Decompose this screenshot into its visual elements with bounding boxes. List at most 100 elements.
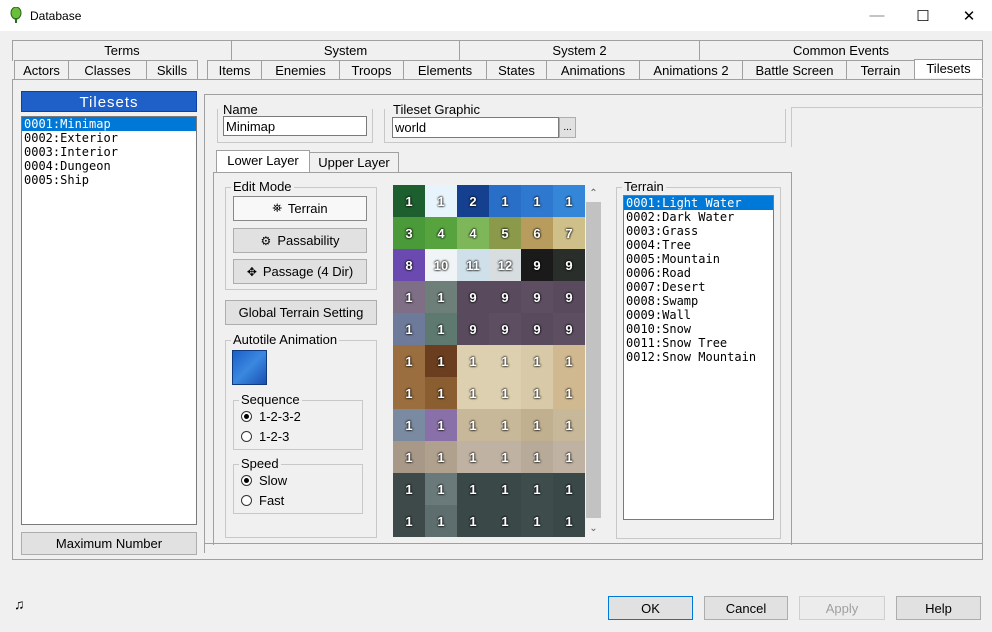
tile-cell[interactable]: 1 [425, 185, 457, 217]
speed-option-fast[interactable]: Fast [241, 493, 284, 508]
tile-cell[interactable]: 1 [489, 505, 521, 537]
tile-cell[interactable]: 1 [489, 377, 521, 409]
browse-button[interactable]: ... [559, 117, 576, 138]
scroll-down-icon[interactable]: ⌄ [585, 520, 602, 537]
tile-cell[interactable]: 1 [457, 441, 489, 473]
tile-cell[interactable]: 1 [457, 345, 489, 377]
tile-cell[interactable]: 1 [425, 441, 457, 473]
tile-grid[interactable]: 1 1 2 1 1 1 3 4 4 5 6 7 8 10 11 12 9 9 1 1 9 9 9 9 1 1 9 9 9 9 1 1 1 1 1 1 1… [393, 185, 585, 537]
tile-cell[interactable]: 1 [553, 377, 585, 409]
tile-cell[interactable]: 1 [521, 473, 553, 505]
tile-scrollbar[interactable]: ⌃ ⌄ [585, 185, 602, 537]
tile-cell[interactable]: 1 [553, 345, 585, 377]
tab-troops[interactable]: Troops [339, 60, 404, 81]
terrain-list-item[interactable]: 0002:Dark Water [624, 210, 773, 224]
tile-cell[interactable]: 1 [425, 473, 457, 505]
passage-mode-button[interactable]: ✥ Passage (4 Dir) [233, 259, 367, 284]
tileset-list-item[interactable]: 0003:Interior [22, 145, 196, 159]
tile-cell[interactable]: 1 [425, 281, 457, 313]
tab-actors[interactable]: Actors [14, 60, 69, 81]
tab-enemies[interactable]: Enemies [261, 60, 340, 81]
terrain-list[interactable]: 0001:Light Water 0002:Dark Water 0003:Gras… [623, 195, 774, 520]
tile-cell[interactable]: 1 [521, 345, 553, 377]
terrain-list-item[interactable]: 0005:Mountain [624, 252, 773, 266]
passability-mode-button[interactable]: ⚙ Passability [233, 228, 367, 253]
tile-cell[interactable]: 1 [553, 441, 585, 473]
terrain-list-item[interactable]: 0004:Tree [624, 238, 773, 252]
sequence-option-2[interactable]: 1-2-3 [241, 429, 289, 444]
tile-cell[interactable]: 1 [521, 377, 553, 409]
terrain-list-item[interactable]: 0008:Swamp [624, 294, 773, 308]
tab-common-events[interactable]: Common Events [699, 40, 983, 61]
tile-cell[interactable]: 1 [425, 313, 457, 345]
close-button[interactable]: ✕ [946, 0, 992, 31]
tile-cell[interactable]: 1 [393, 281, 425, 313]
terrain-list-item[interactable]: 0011:Snow Tree [624, 336, 773, 350]
name-input[interactable] [223, 116, 367, 136]
tile-cell[interactable]: 1 [521, 409, 553, 441]
terrain-list-item[interactable]: 0009:Wall [624, 308, 773, 322]
terrain-list-item[interactable]: 0007:Desert [624, 280, 773, 294]
tile-cell[interactable]: 1 [393, 441, 425, 473]
tab-lower-layer[interactable]: Lower Layer [216, 150, 310, 172]
tile-cell[interactable]: 1 [553, 409, 585, 441]
tile-cell[interactable]: 4 [425, 217, 457, 249]
tile-cell[interactable]: 1 [553, 505, 585, 537]
maximum-number-button[interactable]: Maximum Number [21, 532, 197, 555]
tile-cell[interactable]: 1 [489, 185, 521, 217]
terrain-list-item[interactable]: 0010:Snow [624, 322, 773, 336]
apply-button[interactable]: Apply [799, 596, 885, 620]
tile-cell[interactable]: 1 [521, 441, 553, 473]
help-button[interactable]: Help [896, 596, 981, 620]
speed-option-slow[interactable]: Slow [241, 473, 287, 488]
tile-cell[interactable]: 6 [521, 217, 553, 249]
tileset-graphic-input[interactable] [392, 117, 559, 138]
tile-cell[interactable]: 1 [457, 377, 489, 409]
tile-cell[interactable]: 1 [521, 185, 553, 217]
tab-system[interactable]: System [231, 40, 460, 61]
minimize-button[interactable]: — [854, 0, 900, 31]
tile-cell[interactable]: 1 [425, 377, 457, 409]
tileset-list-item[interactable]: 0005:Ship [22, 173, 196, 187]
tile-cell[interactable]: 2 [457, 185, 489, 217]
tile-cell[interactable]: 10 [425, 249, 457, 281]
tab-classes[interactable]: Classes [68, 60, 147, 81]
tile-cell[interactable]: 4 [457, 217, 489, 249]
tile-cell[interactable]: 9 [489, 281, 521, 313]
cancel-button[interactable]: Cancel [704, 596, 788, 620]
ok-button[interactable]: OK [608, 596, 693, 620]
tile-cell[interactable]: 7 [553, 217, 585, 249]
tile-cell[interactable]: 1 [489, 345, 521, 377]
terrain-list-item[interactable]: 0012:Snow Mountain [624, 350, 773, 364]
tab-animations[interactable]: Animations [546, 60, 640, 81]
tile-cell[interactable]: 9 [457, 313, 489, 345]
maximize-button[interactable]: ☐ [900, 0, 946, 31]
tile-cell[interactable]: 9 [489, 313, 521, 345]
tile-cell[interactable]: 9 [521, 249, 553, 281]
tile-cell[interactable]: 1 [393, 473, 425, 505]
tab-battle-screen[interactable]: Battle Screen [742, 60, 847, 81]
music-icon[interactable]: ♫ [14, 596, 25, 612]
tile-cell[interactable]: 9 [521, 281, 553, 313]
sequence-option-1[interactable]: 1-2-3-2 [241, 409, 301, 424]
tab-elements[interactable]: Elements [403, 60, 487, 81]
tab-states[interactable]: States [486, 60, 547, 81]
tile-cell[interactable]: 1 [425, 505, 457, 537]
scroll-up-icon[interactable]: ⌃ [585, 185, 602, 202]
tab-terms[interactable]: Terms [12, 40, 232, 61]
tile-cell[interactable]: 1 [393, 345, 425, 377]
terrain-mode-button[interactable]: ⛯ Terrain [233, 196, 367, 221]
tileset-list-item[interactable]: 0001:Minimap [22, 117, 196, 131]
tile-cell[interactable]: 12 [489, 249, 521, 281]
tile-cell[interactable]: 5 [489, 217, 521, 249]
terrain-list-item[interactable]: 0001:Light Water [624, 196, 773, 210]
tile-cell[interactable]: 1 [489, 409, 521, 441]
tile-cell[interactable]: 1 [425, 345, 457, 377]
tile-cell[interactable]: 9 [553, 313, 585, 345]
tile-cell[interactable]: 3 [393, 217, 425, 249]
tileset-list-item[interactable]: 0002:Exterior [22, 131, 196, 145]
tile-cell[interactable]: 9 [521, 313, 553, 345]
terrain-list-item[interactable]: 0006:Road [624, 266, 773, 280]
tile-cell[interactable]: 1 [393, 505, 425, 537]
tile-cell[interactable]: 1 [553, 473, 585, 505]
